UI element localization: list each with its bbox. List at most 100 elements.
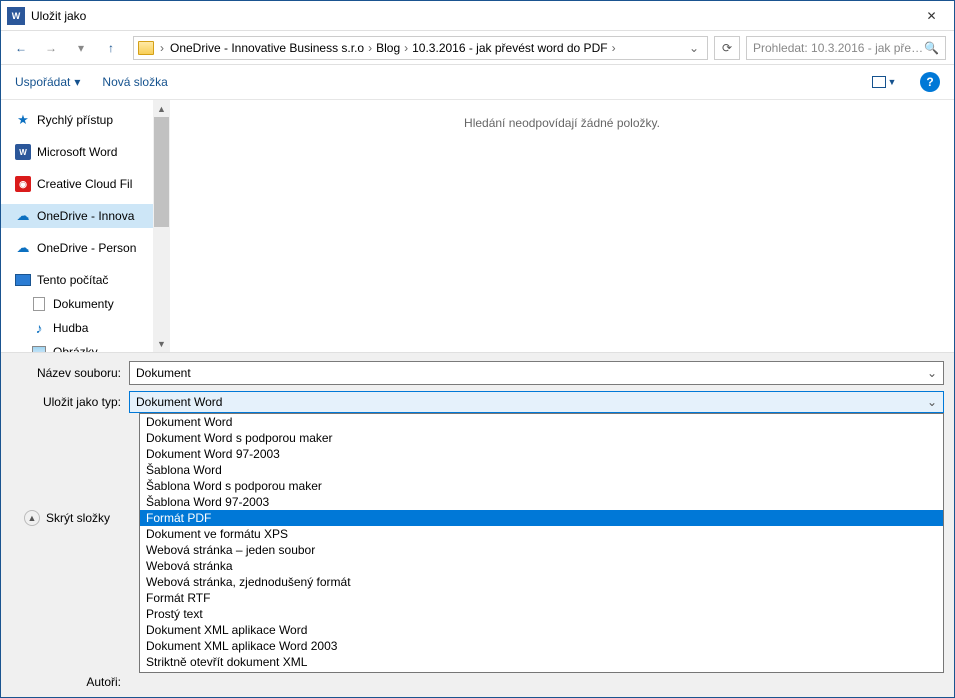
up-button[interactable]: ↑ <box>99 36 123 60</box>
image-icon <box>31 344 47 352</box>
file-type-dropdown[interactable]: Dokument WordDokument Word s podporou ma… <box>139 413 944 673</box>
sidebar-item-label: OneDrive - Person <box>37 241 136 255</box>
close-icon: ✕ <box>926 9 936 23</box>
search-icon: 🔍 <box>924 41 939 55</box>
word-icon: W <box>15 144 31 160</box>
file-type-option[interactable]: Dokument Word s podporou maker <box>140 430 943 446</box>
chevron-right-icon: › <box>610 41 618 55</box>
sidebar-item-label: Microsoft Word <box>37 145 117 159</box>
new-folder-button[interactable]: Nová složka <box>102 75 167 89</box>
file-type-option[interactable]: Šablona Word <box>140 462 943 478</box>
hide-folders-row: ▲ Skrýt složky <box>10 504 110 526</box>
file-type-combobox[interactable]: Dokument Word ⌄ <box>129 391 944 413</box>
sidebar-item-quick-access[interactable]: ★Rychlý přístup <box>1 108 153 132</box>
star-icon: ★ <box>15 112 31 128</box>
search-input[interactable]: Prohledat: 10.3.2016 - jak přev… 🔍 <box>746 36 946 60</box>
arrow-left-icon: ← <box>15 41 27 55</box>
window-title: Uložit jako <box>31 9 909 23</box>
sidebar-item-label: Dokumenty <box>53 297 114 311</box>
breadcrumb-segment[interactable]: Blog <box>376 41 400 55</box>
sidebar-item-label: OneDrive - Innova <box>37 209 134 223</box>
sidebar-item-onedrive-personal[interactable]: ☁OneDrive - Person <box>1 236 153 260</box>
sidebar-item-label: Hudba <box>53 321 88 335</box>
chevron-down-icon: ▼ <box>888 77 897 87</box>
navigation-sidebar: ★Rychlý přístup W Microsoft Word ◉ Creativ… <box>1 100 153 352</box>
sidebar-item-creative-cloud[interactable]: ◉ Creative Cloud Fil <box>1 172 153 196</box>
file-type-option[interactable]: Webová stránka – jeden soubor <box>140 542 943 558</box>
file-type-option[interactable]: Dokument Word <box>140 414 943 430</box>
sidebar-item-this-pc[interactable]: Tento počítač <box>1 268 153 292</box>
dropdown-icon[interactable]: ⌄ <box>685 41 703 55</box>
file-name-input[interactable] <box>130 362 921 384</box>
file-type-option[interactable]: Prostý text <box>140 606 943 622</box>
file-type-option[interactable]: Webová stránka <box>140 558 943 574</box>
file-type-option[interactable]: Dokument Word 97-2003 <box>140 446 943 462</box>
back-button[interactable]: ← <box>9 36 33 60</box>
sidebar-item-music[interactable]: ♪ Hudba <box>1 316 153 340</box>
authors-label: Autoři: <box>11 675 129 689</box>
sidebar-scrollbar[interactable]: ▲ ▼ <box>153 100 170 352</box>
chevron-down-icon: ▾ <box>78 41 84 55</box>
sidebar-item-onedrive-business[interactable]: ☁ OneDrive - Innova <box>1 204 153 228</box>
forward-button[interactable]: → <box>39 36 63 60</box>
hide-folders-button[interactable]: Skrýt složky <box>46 511 110 525</box>
sidebar-item-pictures[interactable]: Obrázky <box>1 340 153 352</box>
file-type-option[interactable]: Striktně otevřít dokument XML <box>140 654 943 670</box>
creative-cloud-icon: ◉ <box>15 176 31 192</box>
file-type-option[interactable]: Šablona Word 97-2003 <box>140 494 943 510</box>
save-as-dialog: W Uložit jako ✕ ← → ▾ ↑ › OneDrive - Inn… <box>0 0 955 698</box>
file-type-label: Uložit jako typ: <box>11 395 129 409</box>
refresh-icon: ⟳ <box>722 41 732 55</box>
sidebar-item-label: Obrázky <box>53 345 98 352</box>
word-app-icon: W <box>7 7 25 25</box>
search-placeholder: Prohledat: 10.3.2016 - jak přev… <box>753 41 924 55</box>
file-list-pane: Hledání neodpovídají žádné položky. <box>170 100 954 352</box>
arrow-up-icon: ↑ <box>108 41 114 55</box>
file-name-row: Název souboru: ⌄ <box>11 361 944 385</box>
view-options-button[interactable]: ▼ <box>870 71 898 93</box>
file-type-option[interactable]: Šablona Word s podporou maker <box>140 478 943 494</box>
cloud-icon: ☁ <box>15 208 31 224</box>
music-icon: ♪ <box>31 320 47 336</box>
chevron-down-icon[interactable]: ⌄ <box>921 366 943 380</box>
navigation-bar: ← → ▾ ↑ › OneDrive - Innovative Business… <box>1 31 954 65</box>
toolbar: Uspořádat ▾ Nová složka ▼ ? <box>1 65 954 99</box>
breadcrumb-segment[interactable]: OneDrive - Innovative Business s.r.o <box>170 41 364 55</box>
file-type-option[interactable]: Webová stránka, zjednodušený formát <box>140 574 943 590</box>
view-icon <box>872 76 886 88</box>
help-button[interactable]: ? <box>920 72 940 92</box>
file-type-option[interactable]: Dokument XML aplikace Word 2003 <box>140 638 943 654</box>
sidebar-item-documents[interactable]: Dokumenty <box>1 292 153 316</box>
chevron-right-icon: › <box>158 41 166 55</box>
breadcrumb[interactable]: OneDrive - Innovative Business s.r.o › Blo… <box>170 41 681 55</box>
chevron-down-icon: ▾ <box>74 75 80 89</box>
scrollbar-track[interactable] <box>153 227 170 335</box>
sidebar-item-label: Creative Cloud Fil <box>37 177 132 191</box>
sidebar-item-word[interactable]: W Microsoft Word <box>1 140 153 164</box>
address-bar[interactable]: › OneDrive - Innovative Business s.r.o › B… <box>133 36 708 60</box>
close-button[interactable]: ✕ <box>909 1 954 31</box>
scroll-down-arrow-icon[interactable]: ▼ <box>153 335 170 352</box>
titlebar: W Uložit jako ✕ <box>1 1 954 31</box>
sidebar-item-label: Tento počítač <box>37 273 108 287</box>
recent-button[interactable]: ▾ <box>69 36 93 60</box>
refresh-button[interactable]: ⟳ <box>714 36 740 60</box>
save-form: Název souboru: ⌄ Uložit jako typ: Dokume… <box>1 352 954 697</box>
file-type-option[interactable]: Formát ODT (OpenDocument Text) <box>140 670 943 673</box>
new-folder-label: Nová složka <box>102 75 167 89</box>
file-name-label: Název souboru: <box>11 366 129 380</box>
empty-message: Hledání neodpovídají žádné položky. <box>464 116 660 352</box>
file-type-option[interactable]: Formát PDF <box>140 510 943 526</box>
file-type-value: Dokument Word <box>136 395 927 409</box>
file-type-option[interactable]: Dokument ve formátu XPS <box>140 526 943 542</box>
file-type-option[interactable]: Dokument XML aplikace Word <box>140 622 943 638</box>
scroll-up-arrow-icon[interactable]: ▲ <box>153 100 170 117</box>
scrollbar-thumb[interactable] <box>154 117 169 227</box>
file-type-option[interactable]: Formát RTF <box>140 590 943 606</box>
authors-row: Autoři: <box>11 675 944 689</box>
collapse-icon[interactable]: ▲ <box>24 510 40 526</box>
pc-icon <box>15 272 31 288</box>
organize-label: Uspořádat <box>15 75 70 89</box>
organize-button[interactable]: Uspořádat ▾ <box>15 75 80 89</box>
breadcrumb-segment[interactable]: 10.3.2016 - jak převést word do PDF <box>412 41 607 55</box>
